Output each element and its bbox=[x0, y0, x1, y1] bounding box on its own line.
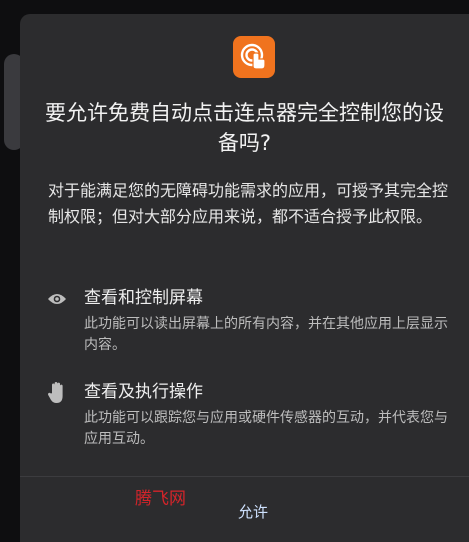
hand-icon bbox=[46, 382, 68, 404]
eye-icon bbox=[46, 288, 68, 310]
auto-clicker-app-icon bbox=[233, 36, 275, 78]
permission-title: 查看和控制屏幕 bbox=[84, 288, 203, 308]
watermark: 腾飞网 bbox=[135, 489, 186, 509]
dialog-description: 对于能满足您的无障碍功能需求的应用，可授予其完全控制权限；但对大部分应用来说，都… bbox=[48, 181, 449, 226]
accessibility-permission-dialog: 要允许免费自动点击连点器完全控制您的设备吗? 对于能满足您的无障碍功能需求的应用… bbox=[20, 14, 469, 542]
allow-button[interactable]: 允许 bbox=[210, 494, 296, 528]
permission-description: 此功能可以跟踪您与应用或硬件传感器的互动，并代表您与应用互动。 bbox=[84, 410, 448, 447]
permission-description: 此功能可以读出屏幕上的所有内容，并在其他应用上层显示内容。 bbox=[84, 316, 448, 353]
dialog-title: 要允许免费自动点击连点器完全控制您的设备吗? bbox=[45, 101, 444, 155]
permission-title: 查看及执行操作 bbox=[84, 382, 203, 402]
button-divider bbox=[20, 476, 469, 477]
